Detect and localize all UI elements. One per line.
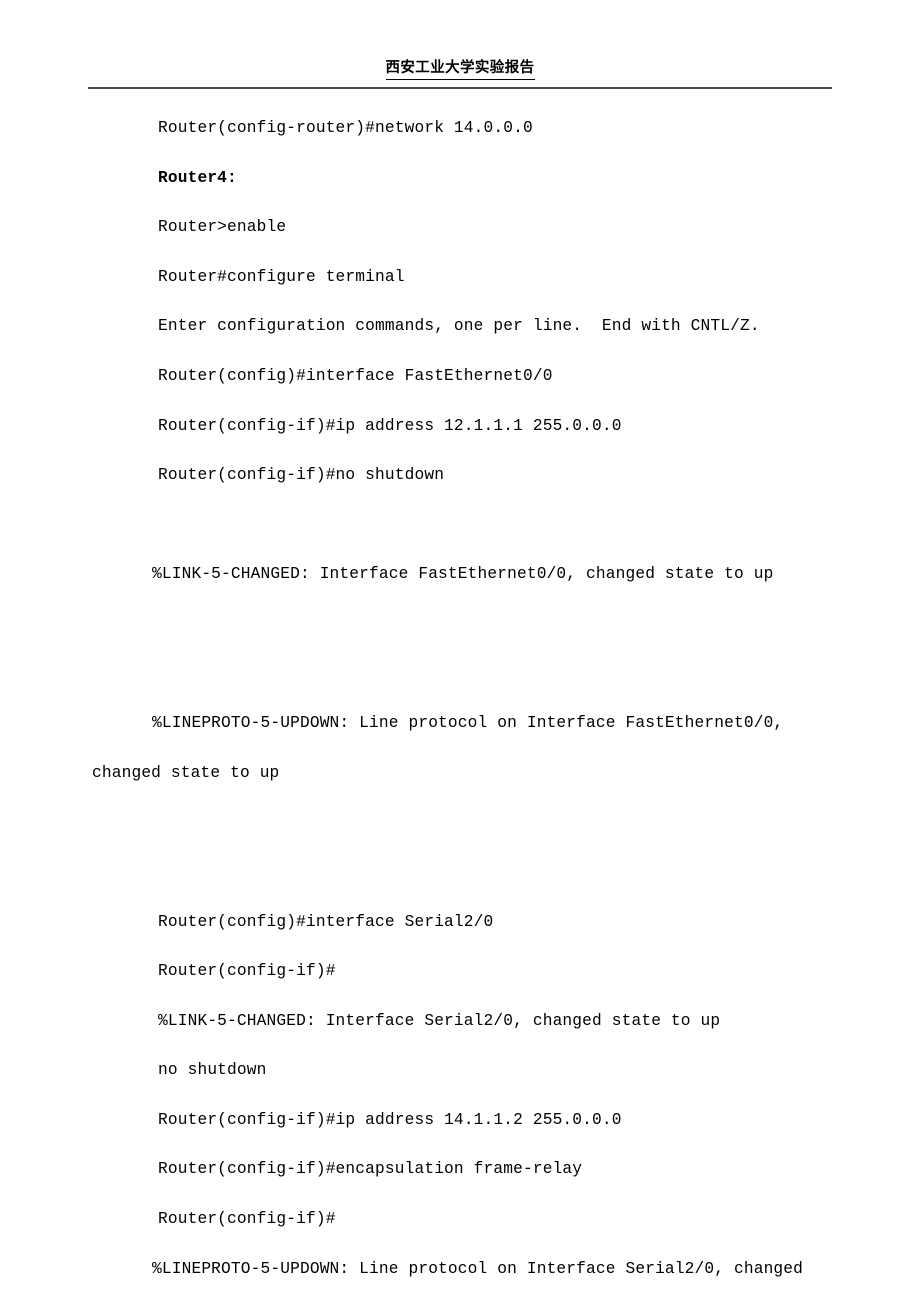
- document-line: Router(config)#interface Serial2/0: [158, 912, 494, 931]
- document-body: Router(config-router)#network 14.0.0.0 Ro…: [92, 104, 840, 1302]
- document-line: %LINK-5-CHANGED: Interface FastEthernet0…: [152, 565, 774, 584]
- document-line: Router(config)#interface FastEthernet0/0: [158, 366, 553, 385]
- header-divider: [88, 87, 832, 89]
- document-line: Router(config-if)#: [158, 1210, 336, 1229]
- document-blank-line: [92, 650, 840, 700]
- document-blank-line: [92, 501, 840, 551]
- page-header: 西安工业大学实验报告: [88, 58, 832, 80]
- document-line: no shutdown: [158, 1061, 267, 1080]
- document-line: Router(config-router)#network 14.0.0.0: [158, 119, 533, 137]
- document-line: %LINEPROTO-5-UPDOWN: Line protocol on In…: [152, 1259, 804, 1278]
- document-line: %LINEPROTO-5-UPDOWN: Line protocol on In…: [92, 714, 794, 782]
- document-blank-line: [92, 798, 840, 848]
- document-line: Router(config-if)#: [158, 962, 336, 981]
- document-line: Router(config-if)#ip address 14.1.1.2 25…: [158, 1110, 622, 1129]
- page-title: 西安工业大学实验报告: [385, 58, 535, 80]
- document-line: Router(config-if)#no shutdown: [158, 466, 445, 485]
- document-blank-line: [92, 848, 840, 898]
- document-line: Router>enable: [158, 218, 287, 237]
- document-line: Router4:: [158, 168, 237, 187]
- document-page: 西安工业大学实验报告 Router(config-router)#network…: [0, 0, 920, 1302]
- document-line: Router(config-if)#encapsulation frame-re…: [158, 1160, 583, 1179]
- document-blank-line: [92, 600, 840, 650]
- document-line: Router#configure terminal: [158, 267, 405, 286]
- document-line: %LINK-5-CHANGED: Interface Serial2/0, ch…: [158, 1011, 721, 1030]
- document-line: Router(config-if)#ip address 12.1.1.1 25…: [158, 416, 622, 435]
- document-line: Enter configuration commands, one per li…: [158, 317, 760, 336]
